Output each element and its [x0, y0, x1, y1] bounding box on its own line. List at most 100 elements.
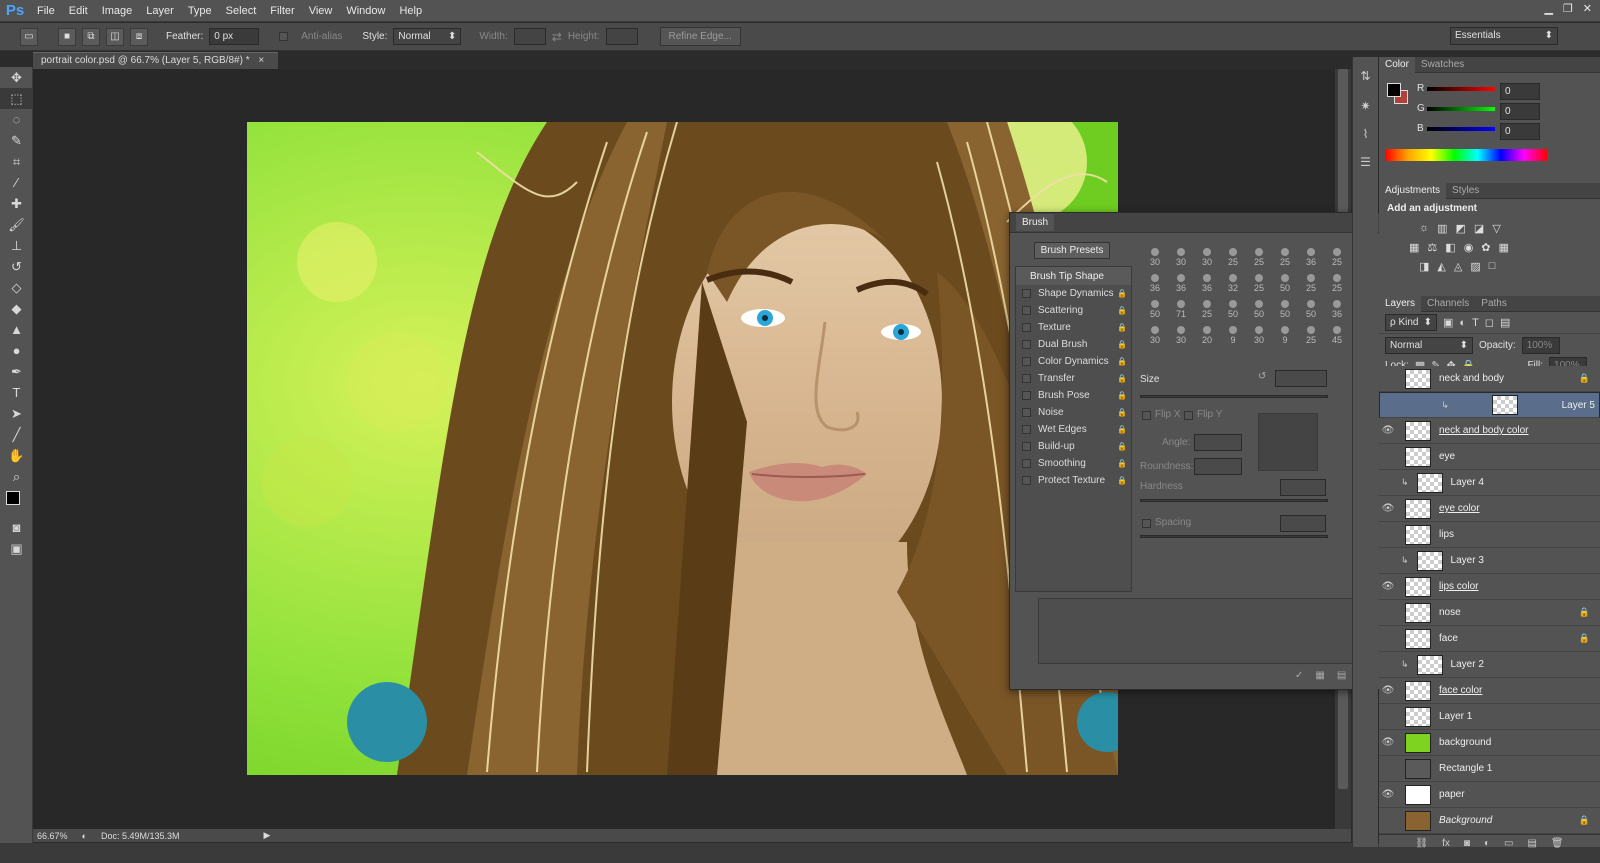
brush-option-checkbox[interactable] [1022, 408, 1031, 417]
marquee-preset-icon[interactable]: ▭ [20, 27, 38, 46]
brush-tip[interactable]: 25 [1246, 243, 1272, 267]
menu-select[interactable]: Select [219, 0, 264, 22]
bw-icon[interactable]: ◧ [1445, 241, 1455, 254]
link-layers-icon[interactable]: ⛓ [1415, 838, 1428, 849]
b-input[interactable]: 0 [1500, 123, 1540, 140]
brush-tip[interactable]: 25 [1324, 269, 1350, 293]
eraser-tool-icon[interactable]: ◇ [0, 277, 33, 298]
new-selection-icon[interactable]: ■ [58, 27, 76, 46]
menu-edit[interactable]: Edit [62, 0, 95, 22]
lock-icon[interactable]: 🔒 [1117, 323, 1127, 332]
menu-type[interactable]: Type [181, 0, 219, 22]
subtract-selection-icon[interactable]: ◫ [106, 27, 124, 46]
type-tool-icon[interactable]: T [0, 382, 33, 403]
lock-icon[interactable]: 🔒 [1117, 476, 1127, 485]
menu-file[interactable]: File [30, 0, 62, 22]
actions-icon[interactable]: ✷ [1353, 99, 1378, 113]
r-slider[interactable] [1427, 87, 1495, 91]
invert-icon[interactable]: ◨ [1419, 260, 1429, 273]
workspace-select[interactable]: Essentials ⬍ [1450, 27, 1558, 45]
brush-option-checkbox[interactable] [1022, 289, 1031, 298]
brush-option-dual-brush[interactable]: Dual Brush 🔒 [1016, 336, 1131, 353]
layer-row[interactable]: 👁 face color [1379, 678, 1600, 704]
brush-tip[interactable]: 30 [1194, 243, 1220, 267]
restore-button[interactable]: ❐ [1563, 2, 1573, 15]
g-slider[interactable] [1427, 107, 1495, 111]
layer-row[interactable]: ↳ Layer 3 [1379, 548, 1600, 574]
brush-option-checkbox[interactable] [1022, 357, 1031, 366]
layer-row[interactable]: ↳ Layer 4 [1379, 470, 1600, 496]
lock-icon[interactable]: 🔒 [1117, 374, 1127, 383]
layer-row[interactable]: 👁 eye color [1379, 496, 1600, 522]
layer-row[interactable]: 👁 background [1379, 730, 1600, 756]
vibrance-icon[interactable]: ▽ [1492, 222, 1500, 235]
brush-option-checkbox[interactable] [1022, 323, 1031, 332]
layer-row[interactable]: 👁 lips color [1379, 574, 1600, 600]
lock-icon[interactable]: 🔒 [1117, 425, 1127, 434]
line-tool-icon[interactable]: ╱ [0, 424, 33, 445]
height-input[interactable] [605, 28, 638, 45]
angle-input[interactable] [1194, 434, 1242, 451]
tab-adjustments[interactable]: Adjustments [1379, 182, 1447, 199]
brush-option-checkbox[interactable] [1022, 374, 1031, 383]
new-group-icon[interactable]: ▭ [1504, 838, 1513, 849]
eye-icon[interactable]: 👁 [1379, 425, 1397, 436]
close-button[interactable]: ✕ [1583, 2, 1592, 15]
brush-tip[interactable]: 36 [1194, 269, 1220, 293]
brush-tip[interactable]: 20 [1194, 321, 1220, 345]
spacing-slider[interactable] [1140, 535, 1328, 538]
tab-styles[interactable]: Styles [1446, 183, 1485, 199]
layer-row[interactable]: 👁 paper [1379, 782, 1600, 808]
size-slider[interactable] [1140, 395, 1328, 398]
eye-icon[interactable]: 👁 [1379, 581, 1397, 592]
intersect-selection-icon[interactable]: ⧈ [130, 27, 148, 46]
color-balance-icon[interactable]: ⚖ [1427, 241, 1437, 254]
paint-bucket-tool-icon[interactable]: ◆ [0, 298, 33, 319]
pen-tool-icon[interactable]: ✒ [0, 361, 33, 382]
color-foreground-swatch[interactable] [1387, 83, 1401, 97]
quick-select-tool-icon[interactable]: ✎ [0, 130, 33, 151]
layer-row[interactable]: ↳ Layer 5 [1379, 392, 1600, 418]
lock-icon[interactable]: 🔒 [1117, 289, 1127, 298]
history-brush-tool-icon[interactable]: ↺ [0, 256, 33, 277]
selective-color-icon[interactable]: □ [1489, 260, 1496, 273]
new-preset-icon[interactable]: ▤ [1337, 670, 1346, 681]
layer-row[interactable]: Background 🔒 [1379, 808, 1600, 834]
brush-tip[interactable]: 36 [1298, 243, 1324, 267]
lasso-tool-icon[interactable]: ◌ [0, 109, 33, 130]
brush-tip[interactable]: 25 [1298, 269, 1324, 293]
brush-tip[interactable]: 30 [1168, 243, 1194, 267]
close-tab-icon[interactable]: × [258, 55, 264, 66]
type-filter-icon[interactable]: T [1472, 317, 1479, 329]
brush-option-noise[interactable]: Noise 🔒 [1016, 404, 1131, 421]
add-mask-icon[interactable]: ◙ [1464, 838, 1470, 849]
brush-option-checkbox[interactable] [1022, 340, 1031, 349]
brush-option-checkbox[interactable] [1022, 391, 1031, 400]
brush-tip[interactable]: 50 [1272, 295, 1298, 319]
swap-icon[interactable]: ⇄ [552, 30, 562, 44]
brush-tip[interactable]: 25 [1324, 243, 1350, 267]
brush-tip[interactable]: 30 [1168, 321, 1194, 345]
layer-row[interactable]: Rectangle 1 [1379, 756, 1600, 782]
fx-icon[interactable]: fx [1442, 838, 1450, 849]
brush-option-checkbox[interactable] [1022, 442, 1031, 451]
layer-row[interactable]: face 🔒 [1379, 626, 1600, 652]
roundness-input[interactable] [1194, 458, 1242, 475]
brush-tab[interactable]: Brush [1016, 214, 1055, 231]
lock-icon[interactable]: 🔒 [1117, 340, 1127, 349]
eye-icon[interactable]: 👁 [1379, 503, 1397, 514]
menu-layer[interactable]: Layer [139, 0, 181, 22]
document-tab[interactable]: portrait color.psd @ 66.7% (Layer 5, RGB… [33, 52, 278, 69]
add-selection-icon[interactable]: ⧉ [82, 27, 100, 46]
g-input[interactable]: 0 [1500, 103, 1540, 120]
brush-tip[interactable]: 25 [1194, 295, 1220, 319]
eye-icon[interactable]: 👁 [1379, 789, 1397, 800]
blur-tool-icon[interactable]: ▲ [0, 319, 33, 340]
levels-icon[interactable]: ▥ [1437, 222, 1447, 235]
tab-layers[interactable]: Layers [1379, 295, 1422, 312]
flip-x-checkbox[interactable] [1142, 411, 1151, 420]
marquee-tool-icon[interactable]: ⬚ [0, 88, 33, 109]
brush-tip[interactable]: 25 [1220, 243, 1246, 267]
brush-option-checkbox[interactable] [1022, 425, 1031, 434]
history-icon[interactable]: ⇅ [1353, 69, 1378, 83]
